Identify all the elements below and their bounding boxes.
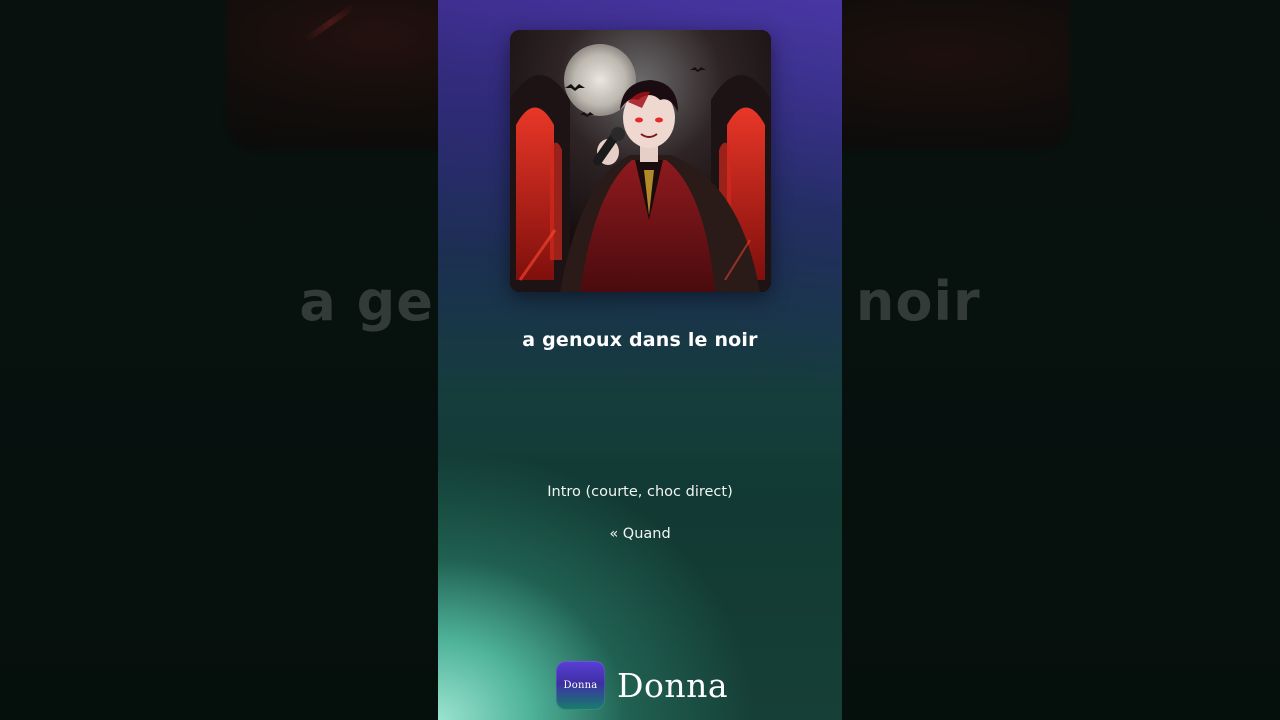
video-frame: a ge noir a genoux dans le noir Intro (c… [0, 0, 1280, 720]
player-panel: a genoux dans le noir Intro (courte, cho… [438, 0, 842, 720]
lyric-line-next: « Quand [609, 526, 671, 542]
right-backdrop [842, 0, 1280, 720]
lyric-line-current: Intro (courte, choc direct) [547, 484, 733, 500]
brand-logo-icon: Donna [556, 660, 605, 710]
song-title: a genoux dans le noir [522, 329, 758, 351]
brand-watermark: Donna Donna [556, 660, 728, 710]
brand-logo-text: Donna [563, 679, 598, 691]
album-cover-art [510, 30, 771, 292]
left-backdrop [0, 0, 438, 720]
brand-name: Donna [617, 665, 729, 705]
album-cover [510, 30, 771, 292]
